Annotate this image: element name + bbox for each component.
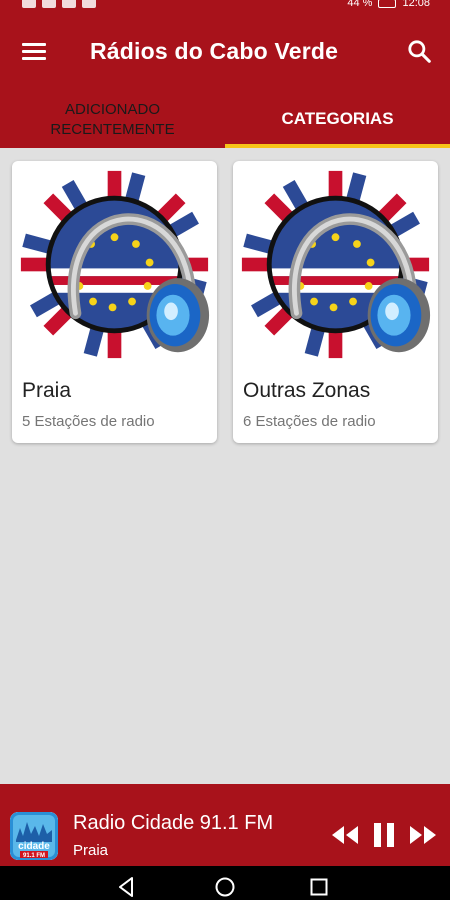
svg-text:cidade: cidade bbox=[18, 841, 50, 852]
notification-icon bbox=[22, 0, 36, 8]
search-icon[interactable] bbox=[406, 38, 432, 64]
sync-icon bbox=[82, 0, 96, 8]
now-playing-bar[interactable]: cidade 91.1 FM Radio Cidade 91.1 FM Prai… bbox=[0, 784, 450, 866]
category-grid: Praia 5 Estações de radio Outras Zonas 6… bbox=[0, 148, 450, 784]
category-title: Praia bbox=[22, 379, 72, 402]
home-icon[interactable] bbox=[214, 876, 236, 898]
recents-icon[interactable] bbox=[308, 876, 330, 898]
next-icon[interactable] bbox=[408, 822, 438, 848]
status-icons bbox=[22, 0, 96, 10]
app-bar: Rádios do Cabo Verde bbox=[0, 16, 450, 90]
back-icon[interactable] bbox=[116, 876, 138, 898]
cape-verde-radio-icon bbox=[17, 167, 212, 362]
tab-categories-label: CATEGORIAS bbox=[281, 109, 394, 128]
station-location: Praia bbox=[73, 842, 109, 859]
battery-percent: 44 % bbox=[347, 0, 373, 9]
station-name: Radio Cidade 91.1 FM bbox=[73, 812, 274, 834]
previous-icon[interactable] bbox=[330, 822, 360, 848]
signal-icon bbox=[42, 0, 56, 8]
category-card-praia[interactable]: Praia 5 Estações de radio bbox=[12, 161, 217, 443]
wifi-icon bbox=[62, 0, 76, 8]
tab-recently-added-label: ADICIONADO RECENTEMENTE bbox=[50, 101, 175, 138]
category-card-outras-zonas[interactable]: Outras Zonas 6 Estações de radio bbox=[233, 161, 438, 443]
svg-text:91.1 FM: 91.1 FM bbox=[23, 853, 45, 859]
tab-recently-added[interactable]: ADICIONADO RECENTEMENTE bbox=[0, 90, 225, 148]
station-logo: cidade 91.1 FM bbox=[10, 812, 58, 860]
category-station-count: 5 Estações de radio bbox=[22, 413, 155, 430]
clock: 12:08 bbox=[402, 0, 430, 9]
pause-icon[interactable] bbox=[369, 822, 399, 848]
tab-categories[interactable]: CATEGORIAS bbox=[225, 90, 450, 148]
battery-icon bbox=[378, 0, 397, 8]
status-bar: 44 % 12:08 bbox=[0, 0, 450, 16]
system-nav-bar bbox=[0, 866, 450, 900]
cape-verde-radio-icon bbox=[238, 167, 433, 362]
tab-bar: ADICIONADO RECENTEMENTE CATEGORIAS bbox=[0, 90, 450, 148]
category-title: Outras Zonas bbox=[243, 379, 371, 402]
menu-icon[interactable] bbox=[22, 40, 48, 60]
status-right: 44 % 12:08 bbox=[347, 0, 430, 9]
page-title: Rádios do Cabo Verde bbox=[90, 38, 339, 64]
category-station-count: 6 Estações de radio bbox=[243, 413, 376, 430]
